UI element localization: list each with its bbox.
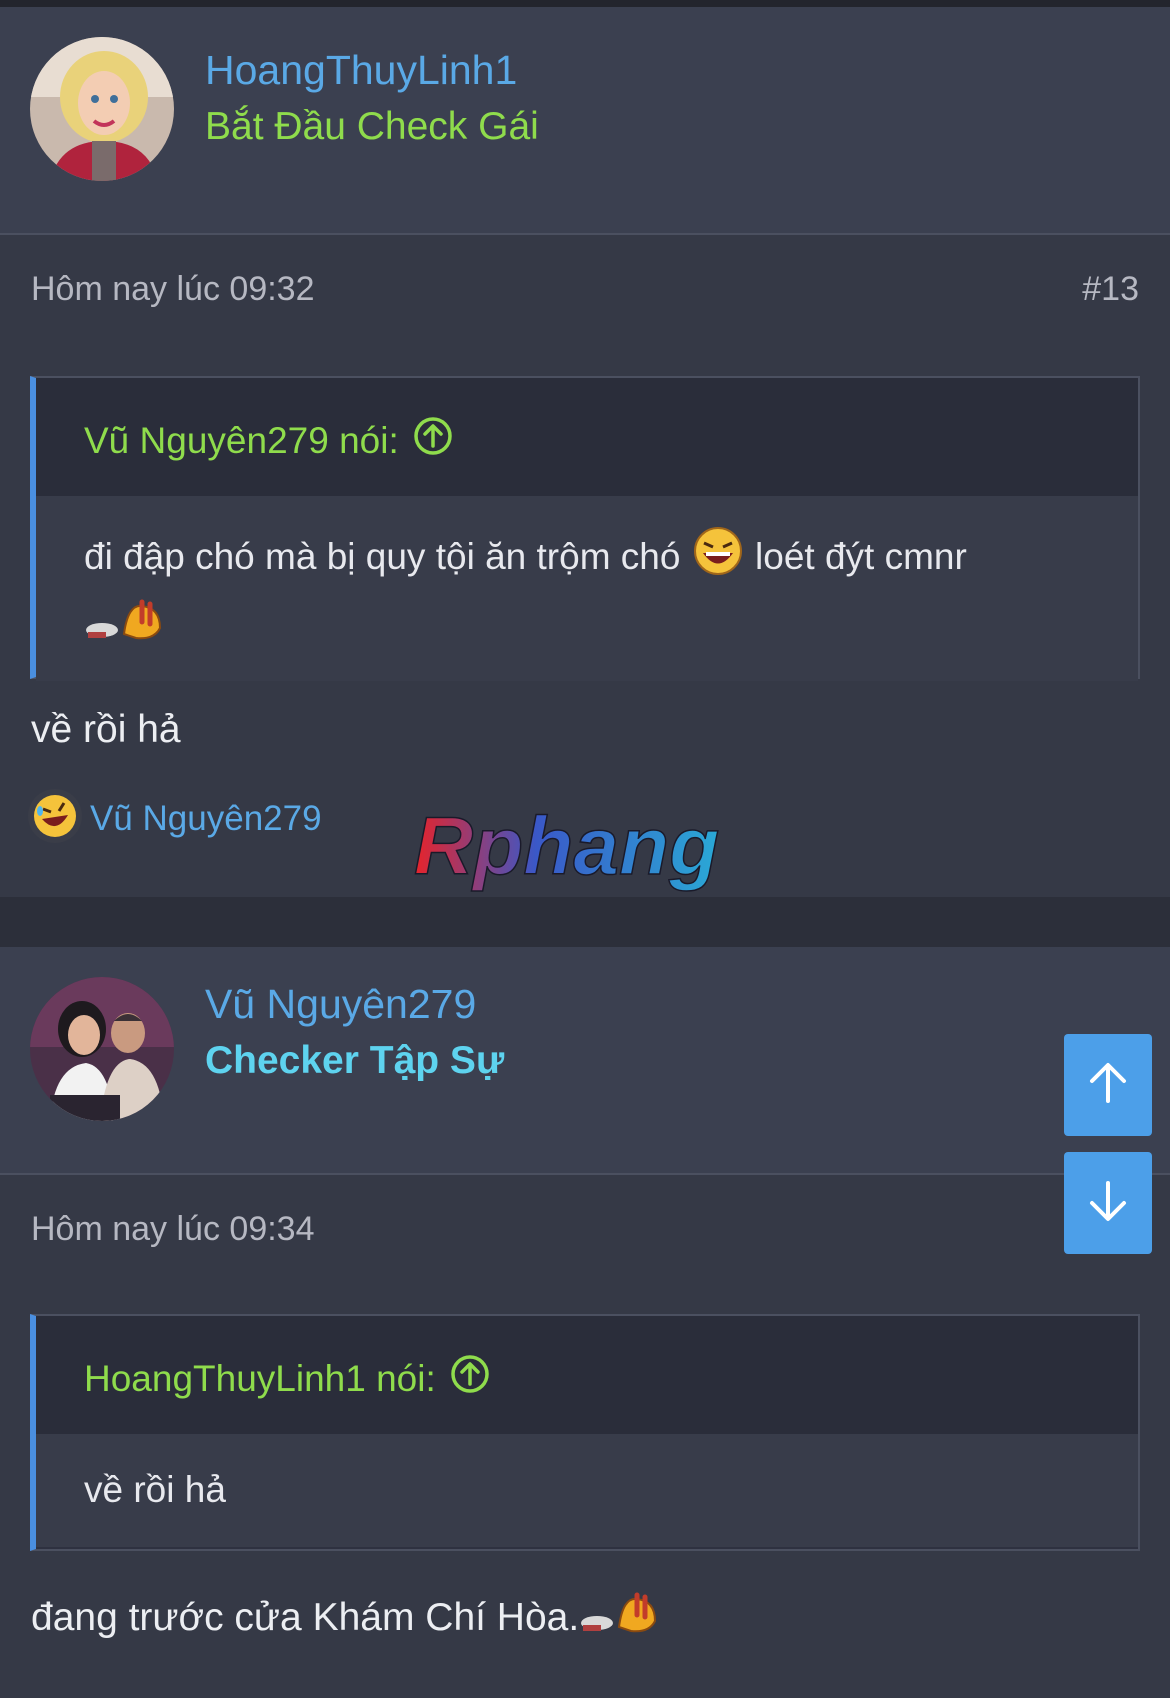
quote-body: đi đập chó mà bị quy tội ăn trộm chó loé… (36, 496, 1138, 681)
arrow-up-circle-icon[interactable] (450, 1354, 490, 1403)
user-title: Checker Tập Sự (205, 1039, 505, 1082)
post-message-row: đang trước cửa Khám Chí Hòa. (31, 1587, 663, 1649)
post-number[interactable]: #13 (1082, 270, 1139, 309)
quote-header: Vũ Nguyên279 nói: (36, 378, 1138, 496)
username[interactable]: Vũ Nguyên279 (205, 981, 476, 1028)
top-divider (0, 0, 1170, 7)
post-timestamp[interactable]: Hôm nay lúc 09:34 (31, 1210, 315, 1249)
post: Vũ Nguyên279 Checker Tập Sự Hôm nay lúc … (0, 947, 1170, 1698)
username[interactable]: HoangThuyLinh1 (205, 47, 517, 94)
rolling-laugh-emoji-icon (26, 787, 84, 850)
reaction-user[interactable]: Vũ Nguyên279 (90, 799, 322, 839)
quote-text: đi đập chó mà bị quy tội ăn trộm chó (84, 535, 681, 577)
arrow-down-icon (1086, 1179, 1130, 1228)
quote-block: HoangThuyLinh1 nói: về rồi hả (30, 1314, 1140, 1551)
reaction-bar[interactable]: Vũ Nguyên279 (26, 787, 322, 850)
post-timestamp[interactable]: Hôm nay lúc 09:32 (31, 270, 315, 309)
quote-author[interactable]: Vũ Nguyên279 nói: (84, 416, 453, 465)
laughing-emoji-icon (691, 524, 745, 594)
running-away-emoji-icon (579, 1587, 663, 1649)
quote-author-label: HoangThuyLinh1 nói: (84, 1357, 436, 1399)
watermark-logo: Rphang (410, 800, 770, 901)
avatar[interactable] (30, 37, 174, 181)
avatar[interactable] (30, 977, 174, 1121)
quote-text: loét đýt cmnr (755, 535, 967, 577)
user-title: Bắt Đầu Check Gái (205, 105, 539, 148)
arrow-up-icon (1086, 1061, 1130, 1110)
quote-author[interactable]: HoangThuyLinh1 nói: (84, 1354, 490, 1403)
scroll-down-button[interactable] (1064, 1152, 1152, 1254)
quote-block: Vũ Nguyên279 nói: đi đập chó mà bị quy t… (30, 376, 1140, 681)
post-user-header: HoangThuyLinh1 Bắt Đầu Check Gái (0, 7, 1170, 235)
running-away-emoji-icon (84, 594, 168, 662)
post-user-header: Vũ Nguyên279 Checker Tập Sự (0, 947, 1170, 1175)
quote-author-label: Vũ Nguyên279 nói: (84, 419, 399, 461)
post: HoangThuyLinh1 Bắt Đầu Check Gái Hôm nay… (0, 7, 1170, 897)
quote-text: về rồi hả (84, 1469, 226, 1510)
post-message: đang trước cửa Khám Chí Hòa. (31, 1596, 580, 1639)
post-message: về rồi hả (31, 708, 181, 751)
quote-header: HoangThuyLinh1 nói: (36, 1316, 1138, 1434)
quote-body: về rồi hả (36, 1434, 1138, 1547)
arrow-up-circle-icon[interactable] (413, 416, 453, 465)
watermark-text: Rphang (414, 804, 719, 892)
scroll-up-button[interactable] (1064, 1034, 1152, 1136)
